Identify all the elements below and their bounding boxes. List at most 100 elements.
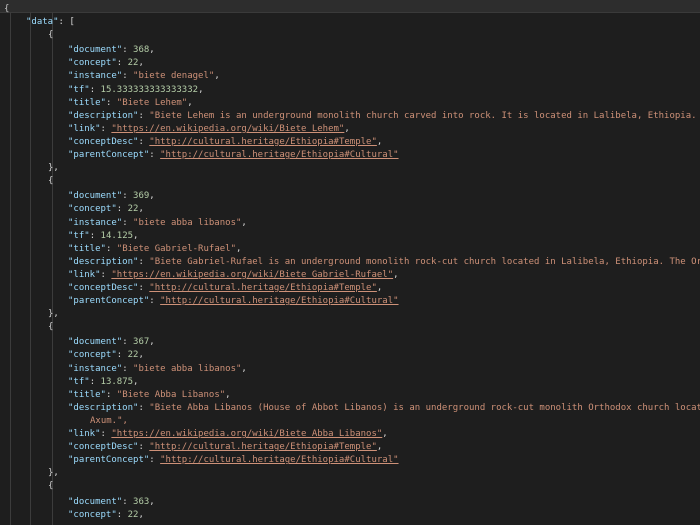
key-document: "document" (68, 191, 123, 202)
key-link: "link" (68, 123, 101, 134)
key-instance: "instance" (68, 363, 123, 374)
key-concept: "concept" (68, 509, 117, 520)
key-concept: "concept" (68, 350, 117, 361)
colon: : (116, 350, 128, 361)
line-parentConcept: "parentConcept": "http://cultural.herita… (0, 295, 700, 308)
comma: , (138, 58, 144, 69)
object-open-brace: { (48, 176, 54, 187)
key-document: "document" (68, 45, 123, 56)
value-instance: "biete denagel" (133, 71, 215, 82)
value-title: "Biete Lehem" (116, 97, 188, 108)
key-conceptDesc: "conceptDesc" (68, 283, 139, 294)
colon: : (122, 217, 134, 228)
value-concept: 22 (127, 204, 139, 215)
comma: , (241, 217, 247, 228)
colon: : (122, 191, 134, 202)
line-concept: "concept": 22, (0, 349, 700, 362)
key-document: "document" (68, 496, 123, 507)
value-description: "Biete Gabriel-Rufael is an underground … (149, 256, 700, 267)
line-link: "link": "https://en.wikipedia.org/wiki/B… (0, 428, 700, 441)
value-link: "https://en.wikipedia.org/wiki/Biete_Leh… (111, 123, 345, 134)
comma: , (133, 376, 139, 387)
colon: : (105, 389, 117, 400)
value-conceptDesc: "http://cultural.heritage/Ethiopia#Templ… (149, 442, 377, 453)
value-title: "Biete Gabriel-Rufael" (116, 243, 236, 254)
line-instance: "instance": "biete denagel", (0, 70, 700, 83)
colon: : (100, 429, 112, 440)
line-object-close: }, (0, 162, 700, 175)
key-tf: "tf" (68, 376, 90, 387)
value-instance: "biete abba libanos" (133, 217, 242, 228)
line-object-close: }, (0, 308, 700, 321)
value-parentConcept: "http://cultural.heritage/Ethiopia#Cultu… (160, 150, 399, 161)
comma: , (225, 389, 231, 400)
key-link: "link" (68, 269, 101, 280)
colon: : (116, 204, 128, 215)
comma: , (138, 350, 144, 361)
object-close-brace: }, (48, 163, 59, 174)
key-concept: "concept" (68, 58, 117, 69)
value-parentConcept: "http://cultural.heritage/Ethiopia#Cultu… (160, 455, 399, 466)
line-link: "link": "https://en.wikipedia.org/wiki/B… (0, 123, 700, 136)
comma: , (138, 204, 144, 215)
colon: : (100, 269, 112, 280)
key-title: "title" (68, 389, 106, 400)
value-tf: 13.875 (100, 376, 134, 387)
value-document: 369 (133, 191, 150, 202)
json-editor[interactable]: {"data": [{"document": 368, "concept": 22… (0, 0, 700, 525)
comma: , (138, 509, 144, 520)
line-title: "title": "Biete Gabriel-Rufael", (0, 243, 700, 256)
colon: : (105, 243, 117, 254)
value-tf: 14.125 (100, 230, 134, 241)
object-open-brace: { (48, 322, 54, 333)
colon: : (89, 84, 101, 95)
key-conceptDesc: "conceptDesc" (68, 136, 139, 147)
value-parentConcept: "http://cultural.heritage/Ethiopia#Cultu… (160, 296, 399, 307)
comma: , (376, 283, 383, 294)
colon: : (138, 136, 150, 147)
line-instance: "instance": "biete abba libanos", (0, 363, 700, 376)
key-parentConcept: "parentConcept" (68, 150, 150, 161)
colon: : (122, 337, 134, 348)
line-object-close: }, (0, 467, 700, 480)
value-concept: 22 (127, 58, 139, 69)
colon: : (149, 455, 161, 466)
comma: , (236, 243, 242, 254)
colon: : (105, 97, 117, 108)
line-description: "description": "Biete Lehem is an underg… (0, 110, 700, 123)
comma: , (376, 442, 383, 453)
key-conceptDesc: "conceptDesc" (68, 442, 139, 453)
line-description: "description": "Biete Abba Libanos (Hous… (0, 402, 700, 415)
line-root-open: { (0, 3, 700, 16)
line-document: "document": 363, (0, 496, 700, 509)
line-concept: "concept": 22, (0, 57, 700, 70)
line-data: "data": [ (0, 16, 700, 29)
comma: , (149, 337, 155, 348)
line-document: "document": 368, (0, 44, 700, 57)
value-conceptDesc: "http://cultural.heritage/Ethiopia#Templ… (149, 136, 377, 147)
line-instance: "instance": "biete abba libanos", (0, 217, 700, 230)
key-link: "link" (68, 429, 101, 440)
line-title: "title": "Biete Lehem", (0, 97, 700, 110)
colon: : (138, 256, 150, 267)
object-open-brace: { (48, 30, 54, 41)
colon: : (122, 45, 134, 56)
value-concept: 22 (127, 509, 139, 520)
comma: , (149, 45, 155, 56)
line-tf: "tf": 13.875, (0, 376, 700, 389)
colon: : (116, 509, 128, 520)
line-concept: "concept": 22, (0, 203, 700, 216)
comma: , (241, 363, 247, 374)
key-tf: "tf" (68, 230, 90, 241)
value-concept: 22 (127, 350, 139, 361)
colon: : (149, 296, 161, 307)
object-close-brace: }, (48, 468, 59, 479)
key-document: "document" (68, 337, 123, 348)
colon: : (100, 123, 112, 134)
value-description: "Biete Lehem is an underground monolith … (149, 110, 700, 121)
comma: , (376, 136, 383, 147)
value-document: 368 (133, 45, 150, 56)
line-concept: "concept": 22, (0, 509, 700, 522)
colon: : (122, 496, 134, 507)
colon: : (138, 402, 150, 413)
